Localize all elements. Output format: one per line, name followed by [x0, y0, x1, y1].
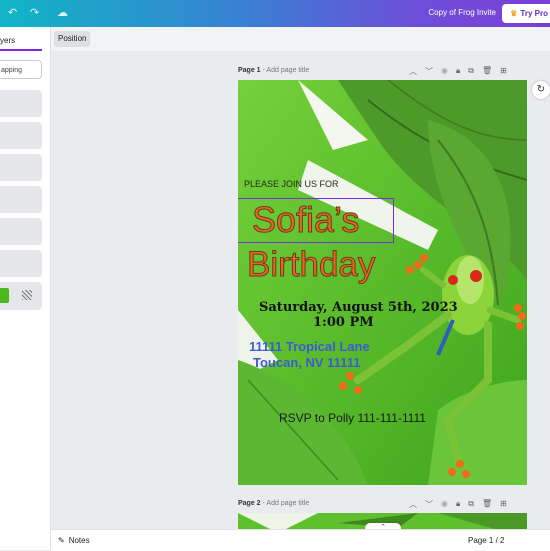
crown-icon: ♛ — [510, 9, 518, 18]
delete-icon[interactable]: 🗑︎ — [482, 66, 492, 77]
page-count[interactable]: Page 1 / 2 — [468, 536, 504, 545]
invite-time-text[interactable]: 1:00 PM — [313, 315, 374, 330]
page-2-label: Page 2 — [238, 500, 261, 507]
delete-icon[interactable]: 🗑︎ — [482, 499, 492, 510]
transparency-icon[interactable] — [22, 290, 32, 300]
invite-address-line1[interactable]: 11111 Tropical Lane — [249, 339, 370, 354]
page-2-header: Page 2 - Add page title — [238, 500, 309, 507]
try-pro-label: Try Pro — [520, 9, 548, 18]
cloud-icon[interactable]: ☁ — [57, 6, 68, 19]
layer-item[interactable] — [0, 186, 42, 213]
position-button[interactable]: Position — [54, 31, 91, 47]
refresh-icon[interactable]: ↻ — [532, 81, 550, 99]
layer-item[interactable] — [0, 154, 42, 181]
notes-button[interactable]: ✎ Notes — [58, 536, 90, 545]
lock-icon[interactable]: 🔒︎ — [456, 499, 460, 510]
layers-panel: yers apping — [0, 27, 51, 550]
background-color-swatch[interactable] — [0, 288, 9, 303]
tab-underline — [0, 49, 42, 51]
page-1-header: Page 1 - Add page title — [238, 67, 309, 74]
page-1-canvas[interactable]: PLEASE JOIN US FOR Sofia’s Birthday Satu… — [238, 80, 527, 485]
notes-icon: ✎ — [58, 536, 65, 545]
duplicate-icon[interactable]: ⧉ — [468, 499, 474, 510]
editor-toolbar — [51, 27, 550, 51]
chevron-up-icon[interactable]: ︿ — [409, 499, 417, 510]
invite-date-text[interactable]: Saturday, August 5th, 2023 — [259, 300, 458, 315]
notes-label: Notes — [68, 536, 90, 545]
undo-icon[interactable]: ↶ — [8, 6, 17, 19]
page-2-title-input[interactable]: - Add page title — [263, 500, 310, 507]
invite-occasion-text[interactable]: Birthday — [246, 245, 375, 285]
lock-icon[interactable]: 🔒︎ — [456, 66, 460, 77]
chevron-down-icon[interactable]: ﹀ — [425, 66, 433, 77]
invite-intro-text[interactable]: PLEASE JOIN US FOR — [244, 179, 339, 189]
layer-item[interactable] — [0, 218, 42, 245]
hide-icon[interactable]: ◉ — [441, 66, 448, 77]
chevron-down-icon[interactable]: ﹀ — [425, 499, 433, 510]
page-1-actions: ︿ ﹀ ◉ 🔒︎ ⧉ 🗑︎ ⊞ — [409, 66, 507, 77]
top-bar: ↶ ↷ ☁ Copy of Frog Invite ♛ Try Pro — [0, 0, 550, 27]
layer-option-field[interactable]: apping — [0, 60, 42, 79]
invite-address-line2[interactable]: Toucan, NV 11111 — [253, 355, 360, 370]
duplicate-icon[interactable]: ⧉ — [468, 66, 474, 77]
layer-item[interactable] — [0, 250, 42, 277]
invite-rsvp-text[interactable]: RSVP to Polly 111-111-1111 — [279, 411, 426, 425]
try-pro-button[interactable]: ♛ Try Pro — [502, 4, 550, 23]
layer-item[interactable] — [0, 122, 42, 149]
page-2-actions: ︿ ﹀ ◉ 🔒︎ ⧉ 🗑︎ ⊞ — [409, 499, 507, 510]
chevron-up-icon[interactable]: ︿ — [409, 66, 417, 77]
document-title[interactable]: Copy of Frog Invite — [428, 8, 496, 17]
add-page-icon[interactable]: ⊞ — [500, 66, 507, 77]
hide-icon[interactable]: ◉ — [441, 499, 448, 510]
layer-item[interactable] — [0, 90, 42, 117]
page-1-title-input[interactable]: - Add page title — [263, 67, 310, 74]
page-1-label: Page 1 — [238, 67, 261, 74]
selection-box[interactable] — [238, 198, 394, 243]
redo-icon[interactable]: ↷ — [30, 6, 39, 19]
add-page-icon[interactable]: ⊞ — [500, 499, 507, 510]
tab-layers[interactable]: yers — [0, 36, 15, 45]
